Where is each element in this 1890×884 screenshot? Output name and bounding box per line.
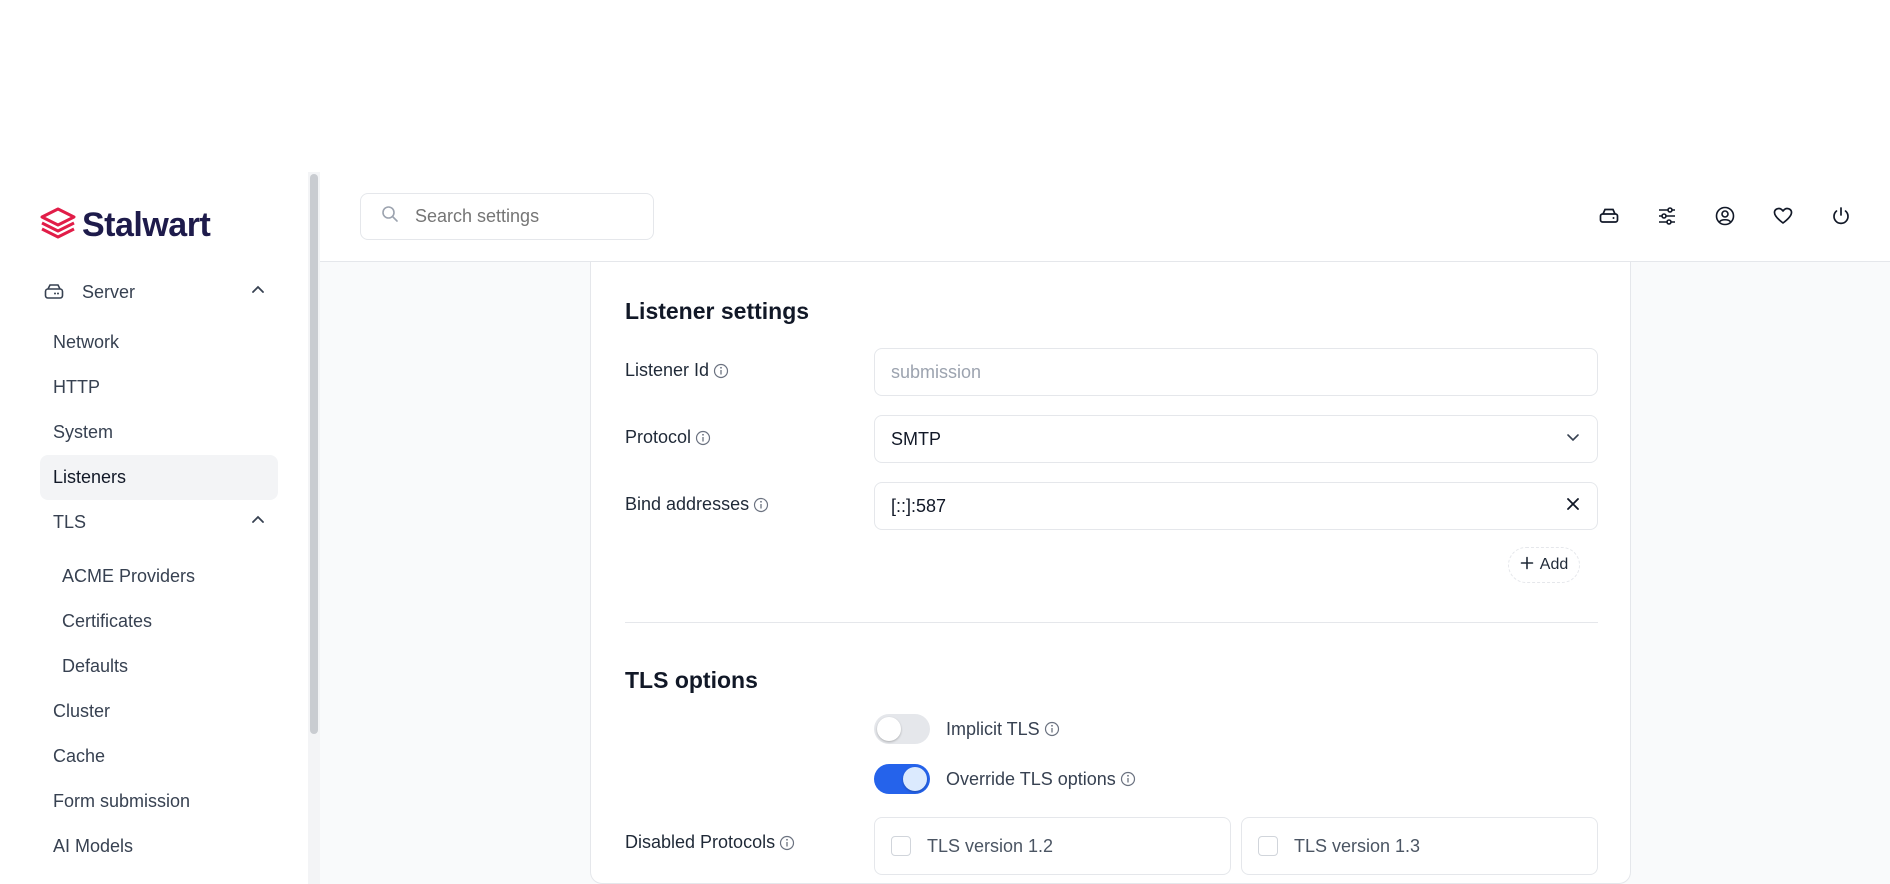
add-bind-address-button[interactable]: Add [1508, 547, 1580, 583]
implicit-tls-toggle[interactable] [874, 714, 930, 744]
search-input[interactable] [415, 206, 635, 227]
override-tls-toggle[interactable] [874, 764, 930, 794]
toggle-knob [903, 767, 927, 791]
field-label-text: Disabled Protocols [625, 832, 776, 852]
sidebar-item-label: Cache [53, 746, 106, 766]
listener-id-label: Listener Id [625, 360, 729, 381]
sidebar: Stalwart Server Network HTTP System List… [0, 172, 320, 884]
section-title-tls-options: TLS options [625, 667, 758, 693]
sidebar-item-label: TLS [53, 512, 87, 532]
listener-id-row: Listener Id submission [625, 348, 1598, 396]
main-content: Listener settings Listener Id submission… [320, 262, 1890, 884]
sidebar-group-label: Server [82, 281, 136, 302]
info-icon[interactable] [753, 497, 769, 513]
search-icon [381, 205, 399, 228]
app-root: Stalwart Server Network HTTP System List… [0, 172, 1890, 884]
tls-1-2-checkbox[interactable] [891, 836, 911, 856]
stalwart-logo-icon [40, 207, 76, 244]
sliders-icon[interactable] [1654, 198, 1680, 234]
search-box[interactable] [360, 193, 654, 240]
implicit-tls-row: Implicit TLS [874, 714, 1060, 744]
logo[interactable]: Stalwart [40, 206, 211, 245]
listener-id-input[interactable]: submission [874, 348, 1598, 396]
header-actions [1596, 198, 1854, 234]
protocol-value: SMTP [891, 428, 942, 449]
sidebar-item-label: AI Models [53, 836, 134, 856]
implicit-tls-label: Implicit TLS [946, 718, 1040, 739]
info-icon[interactable] [713, 363, 729, 379]
protocol-label: Protocol [625, 427, 711, 448]
power-icon[interactable] [1828, 198, 1854, 234]
sidebar-group-server[interactable]: Server [40, 272, 278, 312]
disabled-protocols-label: Disabled Protocols [625, 832, 795, 853]
field-label-text: Listener Id [625, 360, 710, 380]
settings-card: Listener settings Listener Id submission… [590, 262, 1631, 884]
sidebar-item-label: System [53, 422, 114, 442]
sidebar-item-tls[interactable]: TLS [40, 500, 278, 545]
section-divider [625, 622, 1598, 623]
chevron-up-icon [250, 512, 266, 533]
sidebar-item-cache[interactable]: Cache [40, 734, 278, 779]
bind-addresses-label: Bind addresses [625, 494, 769, 515]
sidebar-item-defaults[interactable]: Defaults [40, 644, 278, 689]
plus-icon [1520, 556, 1534, 575]
info-icon[interactable] [1120, 771, 1136, 787]
tls-1-3-label: TLS version 1.3 [1294, 835, 1421, 856]
info-icon[interactable] [779, 835, 795, 851]
sidebar-item-label: ACME Providers [62, 566, 196, 586]
sidebar-item-acme-providers[interactable]: ACME Providers [40, 554, 278, 599]
sidebar-item-system[interactable]: System [40, 410, 278, 455]
sidebar-item-label: Cluster [53, 701, 111, 721]
sidebar-item-http[interactable]: HTTP [40, 365, 278, 410]
sidebar-item-label: Network [53, 332, 120, 352]
sidebar-item-label: Listeners [53, 467, 127, 487]
field-label-text: Bind addresses [625, 494, 750, 514]
info-icon[interactable] [1044, 721, 1060, 737]
logo-text: Stalwart [82, 206, 211, 244]
listener-id-placeholder: submission [891, 361, 982, 382]
sidebar-item-label: Form submission [53, 791, 191, 811]
sidebar-item-listeners[interactable]: Listeners [40, 455, 278, 500]
account-icon[interactable] [1712, 198, 1738, 234]
bind-address-value: [::]:587 [891, 495, 947, 516]
field-label-text: Protocol [625, 427, 692, 447]
sidebar-item-ai-models[interactable]: AI Models [40, 824, 278, 869]
sidebar-item-label: Certificates [62, 611, 153, 631]
heart-icon[interactable] [1770, 198, 1796, 234]
chevron-down-icon [1565, 429, 1581, 450]
sidebar-scrollbar-thumb[interactable] [310, 174, 318, 734]
sidebar-item-form-submission[interactable]: Form submission [40, 779, 278, 824]
storage-icon[interactable] [1596, 198, 1622, 234]
info-icon[interactable] [695, 430, 711, 446]
add-button-label: Add [1539, 556, 1569, 573]
sidebar-item-cluster[interactable]: Cluster [40, 689, 278, 734]
bind-addresses-row: Bind addresses [::]:587 [625, 482, 1598, 530]
top-header [320, 172, 1890, 262]
sidebar-item-certificates[interactable]: Certificates [40, 599, 278, 644]
bind-address-input[interactable]: [::]:587 [874, 482, 1598, 530]
sidebar-item-label: HTTP [53, 377, 100, 397]
tls-1-3-option[interactable]: TLS version 1.3 [1241, 817, 1598, 875]
server-icon [44, 282, 64, 302]
protocol-select[interactable]: SMTP [874, 415, 1598, 463]
close-icon[interactable] [1565, 496, 1581, 517]
override-tls-row: Override TLS options [874, 764, 1136, 794]
tls-1-3-checkbox[interactable] [1258, 836, 1278, 856]
tls-1-2-option[interactable]: TLS version 1.2 [874, 817, 1231, 875]
override-tls-label: Override TLS options [946, 768, 1116, 789]
tls-1-2-label: TLS version 1.2 [927, 835, 1054, 856]
toggle-knob [877, 717, 901, 741]
protocol-row: Protocol SMTP [625, 415, 1598, 463]
sidebar-item-network[interactable]: Network [40, 320, 278, 365]
section-title-listener-settings: Listener settings [625, 298, 810, 324]
sidebar-nav: Server Network HTTP System Listeners TLS… [40, 272, 278, 869]
sidebar-item-label: Defaults [62, 656, 129, 676]
chevron-up-icon [250, 282, 266, 303]
